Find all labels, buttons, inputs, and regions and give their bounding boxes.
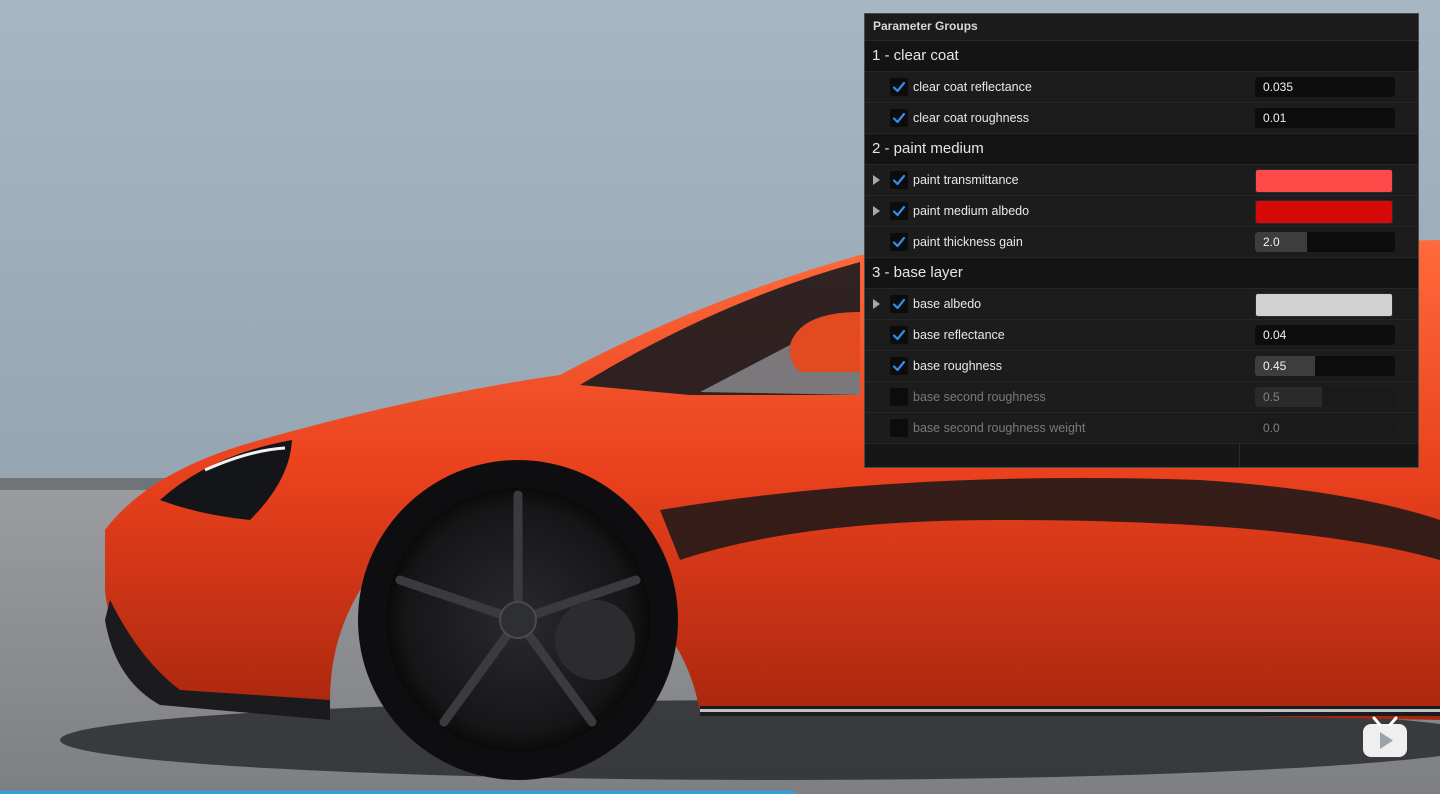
parameter-label: clear coat roughness bbox=[913, 111, 1030, 125]
parameter-row: base albedo bbox=[865, 289, 1418, 320]
parameter-row: base reflectance 0.04 bbox=[865, 320, 1418, 351]
checkmark-icon bbox=[892, 112, 906, 124]
value-text: 0.45 bbox=[1263, 359, 1287, 373]
parameter-label: paint thickness gain bbox=[913, 235, 1023, 249]
parameter-label: clear coat reflectance bbox=[913, 80, 1032, 94]
color-swatch[interactable] bbox=[1255, 200, 1393, 224]
parameter-checkbox[interactable] bbox=[890, 326, 908, 344]
parameter-checkbox[interactable] bbox=[890, 419, 908, 437]
parameter-row: base second roughness weight 0.0 bbox=[865, 413, 1418, 444]
parameter-checkbox[interactable] bbox=[890, 295, 908, 313]
parameter-checkbox[interactable] bbox=[890, 388, 908, 406]
parameter-checkbox[interactable] bbox=[890, 202, 908, 220]
value-slider-field[interactable]: 0.45 bbox=[1255, 356, 1395, 376]
checkmark-icon bbox=[892, 298, 906, 310]
value-slider-field[interactable]: 0.01 bbox=[1255, 108, 1395, 128]
parameter-label: base second roughness bbox=[913, 390, 1046, 404]
parameter-label: base roughness bbox=[913, 359, 1002, 373]
value-slider-field[interactable]: 0.04 bbox=[1255, 325, 1395, 345]
value-slider-field[interactable]: 0.5 bbox=[1255, 387, 1395, 407]
parameter-checkbox[interactable] bbox=[890, 233, 908, 251]
parameter-label: base second roughness weight bbox=[913, 421, 1086, 435]
parameter-row: clear coat reflectance 0.035 bbox=[865, 72, 1418, 103]
parameter-row: paint thickness gain 2.0 bbox=[865, 227, 1418, 258]
parameter-label: base albedo bbox=[913, 297, 982, 311]
expand-arrow-icon[interactable] bbox=[873, 299, 880, 309]
parameter-row: clear coat roughness 0.01 bbox=[865, 103, 1418, 134]
parameter-label: base reflectance bbox=[913, 328, 1005, 342]
value-text: 0.04 bbox=[1263, 328, 1287, 342]
color-swatch[interactable] bbox=[1255, 293, 1393, 317]
value-slider-field[interactable]: 0.035 bbox=[1255, 77, 1395, 97]
checkmark-icon bbox=[892, 174, 906, 186]
value-text: 0.01 bbox=[1263, 111, 1287, 125]
panel-title: Parameter Groups bbox=[865, 14, 1418, 41]
checkmark-icon bbox=[892, 360, 906, 372]
parameter-row: base roughness 0.45 bbox=[865, 351, 1418, 382]
checkmark-icon bbox=[892, 81, 906, 93]
expand-arrow-icon[interactable] bbox=[873, 175, 880, 185]
value-text: 0.0 bbox=[1263, 421, 1280, 435]
group-header[interactable]: 2 - paint medium bbox=[865, 134, 1418, 165]
parameter-groups-panel: Parameter Groups 1 - clear coat clear coa… bbox=[864, 13, 1419, 468]
expand-arrow-icon[interactable] bbox=[873, 206, 880, 216]
group-header[interactable]: 3 - base layer bbox=[865, 258, 1418, 289]
parameter-checkbox[interactable] bbox=[890, 171, 908, 189]
panel-footer bbox=[865, 444, 1418, 467]
parameter-checkbox[interactable] bbox=[890, 109, 908, 127]
value-text: 0.5 bbox=[1263, 390, 1280, 404]
checkmark-icon bbox=[892, 236, 906, 248]
parameter-checkbox[interactable] bbox=[890, 357, 908, 375]
value-text: 0.035 bbox=[1263, 80, 1294, 94]
parameter-label: paint transmittance bbox=[913, 173, 1019, 187]
parameter-row: paint medium albedo bbox=[865, 196, 1418, 227]
value-slider-field[interactable]: 2.0 bbox=[1255, 232, 1395, 252]
value-text: 2.0 bbox=[1263, 235, 1280, 249]
color-swatch[interactable] bbox=[1255, 169, 1393, 193]
parameter-label: paint medium albedo bbox=[913, 204, 1030, 218]
group-header[interactable]: 1 - clear coat bbox=[865, 41, 1418, 72]
parameter-row: base second roughness 0.5 bbox=[865, 382, 1418, 413]
parameter-checkbox[interactable] bbox=[890, 78, 908, 96]
parameter-row: paint transmittance bbox=[865, 165, 1418, 196]
checkmark-icon bbox=[892, 329, 906, 341]
value-slider-field[interactable]: 0.0 bbox=[1255, 418, 1395, 438]
checkmark-icon bbox=[892, 205, 906, 217]
parameter-list: 1 - clear coat clear coat reflectance 0.03… bbox=[865, 41, 1418, 444]
tv-play-icon[interactable] bbox=[1362, 716, 1408, 758]
